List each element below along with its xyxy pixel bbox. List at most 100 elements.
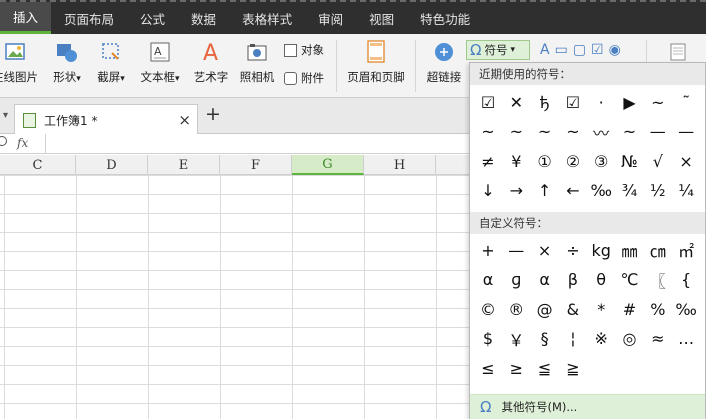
menu-tab-4[interactable]: 表格样式 — [229, 2, 305, 34]
custom-symbol[interactable]: × — [531, 236, 559, 264]
recent-symbol[interactable]: ~ — [531, 118, 559, 146]
recent-symbol[interactable]: ђ — [531, 88, 559, 116]
recent-symbol[interactable]: ☑ — [559, 88, 587, 116]
recent-symbol[interactable]: ↑ — [531, 177, 559, 205]
formula-input[interactable] — [45, 134, 470, 154]
rectangle-icon[interactable]: ▢ — [573, 42, 586, 58]
recent-symbol[interactable]: ¾ — [616, 177, 644, 205]
custom-symbol[interactable]: β — [559, 266, 587, 294]
close-icon[interactable]: × — [178, 111, 191, 129]
hyperlink-button[interactable]: 超链接 — [424, 40, 464, 92]
custom-symbol[interactable]: ㎜ — [616, 236, 644, 264]
menu-tab-0[interactable]: 插入 — [0, 2, 52, 34]
menu-tab-7[interactable]: 特色功能 — [407, 2, 483, 34]
custom-symbol[interactable]: % — [644, 295, 672, 323]
custom-symbol[interactable]: — — [502, 236, 530, 264]
recent-symbol[interactable]: ½ — [644, 177, 672, 205]
custom-symbol[interactable]: ℃ — [616, 266, 644, 294]
custom-symbol[interactable]: ㎝ — [644, 236, 672, 264]
custom-symbol[interactable]: … — [672, 325, 700, 353]
fx-label[interactable]: fx — [17, 136, 28, 150]
column-header-f[interactable]: F — [220, 155, 292, 175]
custom-symbol[interactable]: kg — [587, 236, 615, 264]
recent-symbol[interactable]: ~ — [616, 118, 644, 146]
recent-symbol[interactable]: — — [672, 118, 700, 146]
custom-symbol[interactable]: θ — [587, 266, 615, 294]
recent-symbol[interactable]: ✕ — [502, 88, 530, 116]
custom-symbol[interactable]: ※ — [587, 325, 615, 353]
recent-symbol[interactable]: × — [672, 147, 700, 175]
custom-symbol[interactable]: @ — [531, 295, 559, 323]
recent-symbol[interactable]: ~ — [644, 88, 672, 116]
custom-symbol[interactable]: α — [474, 266, 502, 294]
menu-tab-5[interactable]: 审阅 — [305, 2, 356, 34]
screenshot-button[interactable]: 截屏▾ — [92, 40, 130, 92]
column-header-c[interactable]: C — [0, 155, 76, 175]
custom-symbol[interactable]: ￥ — [502, 325, 530, 353]
recent-symbol[interactable]: ¼ — [672, 177, 700, 205]
online-picture-button[interactable]: 在线图片 — [0, 40, 38, 92]
recent-symbol[interactable]: ☑ — [474, 88, 502, 116]
tab-list-arrow-icon[interactable]: ▾ — [3, 110, 8, 121]
custom-symbol[interactable]: ㎡ — [672, 236, 700, 264]
custom-symbol[interactable]: ‰ — [672, 295, 700, 323]
menu-tab-6[interactable]: 视图 — [356, 2, 407, 34]
recent-symbol[interactable]: № — [616, 147, 644, 175]
camera-button[interactable]: 照相机 — [237, 40, 277, 92]
recent-symbol[interactable]: ① — [531, 147, 559, 175]
column-header-e[interactable]: E — [148, 155, 220, 175]
custom-symbol[interactable]: ≈ — [644, 325, 672, 353]
custom-symbol[interactable]: ɡ — [502, 266, 530, 294]
attachment-button[interactable]: 附件 — [284, 69, 324, 87]
textbox-button[interactable]: A 文本框▾ — [136, 40, 184, 92]
recent-symbol[interactable]: ~ — [474, 118, 502, 146]
custom-symbol[interactable]: ÷ — [559, 236, 587, 264]
more-symbols-button[interactable]: Ω 其他符号(M)... — [470, 394, 705, 419]
shapes-button[interactable]: 形状▾ — [47, 40, 87, 92]
custom-symbol[interactable]: + — [474, 236, 502, 264]
menu-tab-3[interactable]: 数据 — [178, 2, 229, 34]
checkbox-icon[interactable]: ☑ — [591, 42, 604, 58]
menu-tab-1[interactable]: 页面布局 — [51, 2, 127, 34]
header-footer-button[interactable]: 页眉和页脚 — [344, 40, 408, 92]
recent-symbol[interactable]: √ — [644, 147, 672, 175]
custom-symbol[interactable]: # — [616, 295, 644, 323]
recent-symbol[interactable]: ~ — [559, 118, 587, 146]
custom-symbol[interactable]: ◎ — [616, 325, 644, 353]
custom-symbol[interactable]: { — [672, 266, 700, 294]
recent-symbol[interactable]: ˜ — [672, 88, 700, 116]
recent-symbol[interactable]: ▶ — [616, 88, 644, 116]
cell-grid[interactable] — [0, 175, 470, 419]
wordart-button[interactable]: A 艺术字 — [192, 40, 230, 92]
custom-symbol[interactable]: © — [474, 295, 502, 323]
object-button[interactable]: 对象 — [284, 41, 324, 59]
menu-tab-2[interactable]: 公式 — [127, 2, 178, 34]
symbol-button[interactable]: Ω 符号 ▾ — [466, 40, 530, 60]
column-header-h[interactable]: H — [364, 155, 436, 175]
workbook-tab[interactable]: 工作簿1 * × — [14, 104, 198, 135]
recent-symbol[interactable]: ② — [559, 147, 587, 175]
column-header-d[interactable]: D — [76, 155, 148, 175]
custom-symbol[interactable]: ® — [502, 295, 530, 323]
custom-symbol[interactable]: ≧ — [559, 354, 587, 382]
ruler-box-icon[interactable]: ▭ — [555, 42, 568, 58]
recent-symbol[interactable]: · — [587, 88, 615, 116]
custom-symbol[interactable]: α — [531, 266, 559, 294]
recent-symbol[interactable]: ‰ — [587, 177, 615, 205]
custom-symbol[interactable]: 〖 — [644, 266, 672, 294]
custom-symbol[interactable]: * — [587, 295, 615, 323]
custom-symbol[interactable]: $ — [474, 325, 502, 353]
custom-symbol[interactable]: § — [531, 325, 559, 353]
recent-symbol[interactable]: ¥ — [502, 147, 530, 175]
custom-symbol[interactable]: ≦ — [531, 354, 559, 382]
custom-symbol[interactable]: ≥ — [502, 354, 530, 382]
recent-symbol[interactable]: ↓ — [474, 177, 502, 205]
search-icon[interactable] — [0, 136, 7, 146]
radio-icon[interactable]: ◉ — [609, 42, 621, 58]
recent-symbol[interactable]: ≠ — [474, 147, 502, 175]
recent-symbol[interactable]: → — [502, 177, 530, 205]
new-tab-icon[interactable]: + — [205, 103, 221, 125]
custom-symbol[interactable]: & — [559, 295, 587, 323]
text-icon[interactable]: A — [540, 42, 550, 58]
custom-symbol[interactable]: ≤ — [474, 354, 502, 382]
